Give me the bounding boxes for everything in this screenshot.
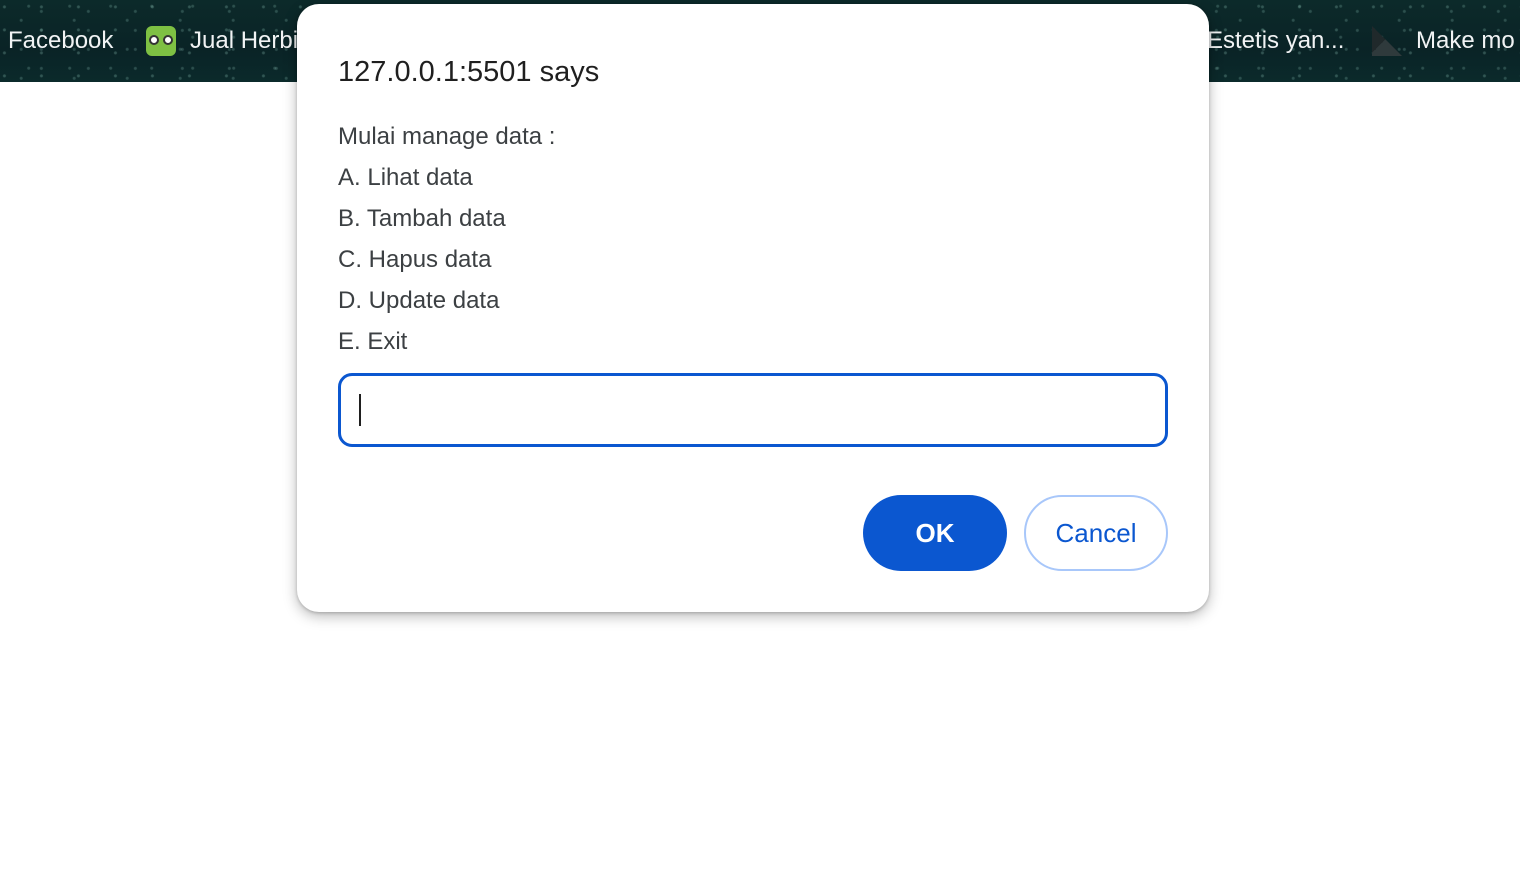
- cancel-button[interactable]: Cancel: [1024, 495, 1168, 571]
- bookmark-label: Jual Herbi: [190, 27, 299, 54]
- dialog-message: Mulai manage data : A. Lihat data B. Tam…: [338, 116, 555, 362]
- owl-icon: [146, 26, 176, 56]
- prompt-input[interactable]: [338, 373, 1168, 447]
- message-line: C. Hapus data: [338, 246, 492, 273]
- text-caret: [359, 394, 361, 426]
- bookmark-label: Facebook: [8, 27, 114, 54]
- bookmark-label: Estetis yan...: [1207, 27, 1345, 54]
- message-line: E. Exit: [338, 328, 408, 355]
- bookmark-facebook[interactable]: Facebook: [8, 26, 113, 56]
- message-line: D. Update data: [338, 287, 500, 314]
- message-line: Mulai manage data :: [338, 123, 556, 150]
- prompt-dialog: 127.0.0.1:5501 says Mulai manage data : …: [297, 4, 1209, 612]
- bookmark-jual-herbi[interactable]: Jual Herbi: [146, 26, 298, 56]
- message-line: A. Lihat data: [338, 164, 473, 191]
- bookmark-label: Make mo: [1416, 27, 1515, 54]
- dialog-title: 127.0.0.1:5501 says: [338, 56, 600, 88]
- bookmark-make[interactable]: Make mo: [1372, 26, 1515, 56]
- message-line: B. Tambah data: [338, 205, 506, 232]
- m-logo-icon: [1372, 26, 1402, 56]
- bookmark-estetis[interactable]: Estetis yan...: [1207, 26, 1344, 56]
- ok-button[interactable]: OK: [863, 495, 1007, 571]
